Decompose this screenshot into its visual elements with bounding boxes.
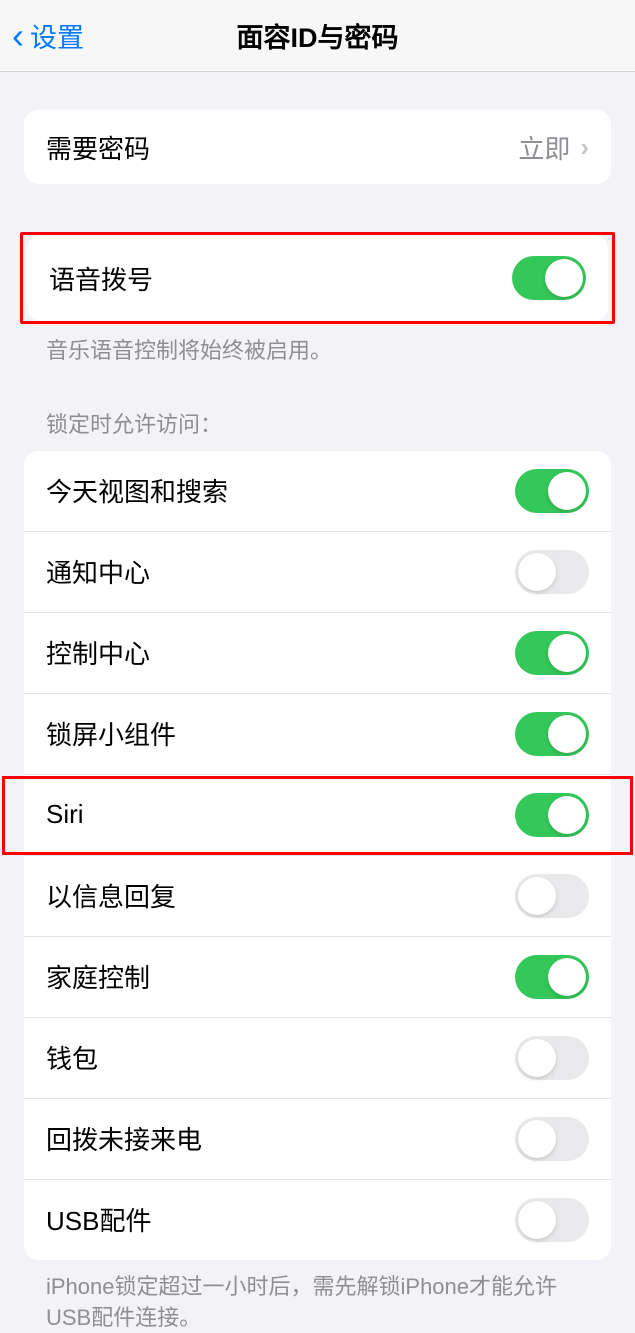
lock-access-footer: iPhone锁定超过一小时后，需先解锁iPhone才能允许USB配件连接。 [0,1260,635,1333]
lock-access-toggle[interactable] [515,712,589,756]
chevron-left-icon: ‹ [12,18,24,54]
lock-access-toggle[interactable] [515,1117,589,1161]
lock-access-toggle[interactable] [515,550,589,594]
navigation-header: ‹ 设置 面容ID与密码 [0,0,635,72]
lock-access-label: 钱包 [46,1039,98,1076]
lock-access-row: 以信息回复 [24,855,611,936]
lock-access-row: USB配件 [24,1179,611,1260]
lock-access-row: 通知中心 [24,531,611,612]
lock-access-row: 锁屏小组件 [24,693,611,774]
lock-access-row: 控制中心 [24,612,611,693]
lock-access-toggle[interactable] [515,1198,589,1242]
lock-access-toggle[interactable] [515,955,589,999]
lock-access-toggle[interactable] [515,874,589,918]
lock-access-row: 钱包 [24,1017,611,1098]
voice-dial-row: 语音拨号 [27,235,608,321]
lock-access-row: 今天视图和搜索 [24,451,611,531]
lock-access-label: 家庭控制 [46,958,150,995]
lock-access-label: 回拨未接来电 [46,1120,202,1157]
back-button[interactable]: ‹ 设置 [12,16,84,55]
require-passcode-row[interactable]: 需要密码 立即 › [24,110,611,184]
lock-access-row: 回拨未接来电 [24,1098,611,1179]
lock-access-label: 今天视图和搜索 [46,472,228,509]
lock-access-label: USB配件 [46,1201,151,1238]
lock-access-label: 锁屏小组件 [46,715,176,752]
require-passcode-value: 立即 [518,129,570,166]
lock-access-label: 控制中心 [46,634,150,671]
chevron-right-icon: › [580,132,589,163]
voice-dial-highlight: 语音拨号 [20,232,615,324]
require-passcode-label: 需要密码 [46,129,150,166]
lock-access-header: 锁定时允许访问： [0,407,635,451]
page-title: 面容ID与密码 [237,16,399,55]
voice-dial-footer: 音乐语音控制将始终被启用。 [0,324,635,367]
voice-dial-label: 语音拨号 [49,260,153,297]
lock-access-toggle[interactable] [515,1036,589,1080]
lock-access-toggle[interactable] [515,631,589,675]
voice-dial-toggle[interactable] [512,256,586,300]
lock-access-toggle[interactable] [515,469,589,513]
lock-access-toggle[interactable] [515,793,589,837]
lock-access-label: 通知中心 [46,553,150,590]
lock-access-group: 今天视图和搜索通知中心控制中心锁屏小组件 Siri 以信息回复家庭控制钱包回拨未接来… [24,451,611,1260]
lock-access-label: Siri [46,799,84,830]
lock-access-row: Siri [24,774,611,855]
lock-access-label: 以信息回复 [46,877,176,914]
lock-access-row: 家庭控制 [24,936,611,1017]
back-label: 设置 [30,16,84,55]
